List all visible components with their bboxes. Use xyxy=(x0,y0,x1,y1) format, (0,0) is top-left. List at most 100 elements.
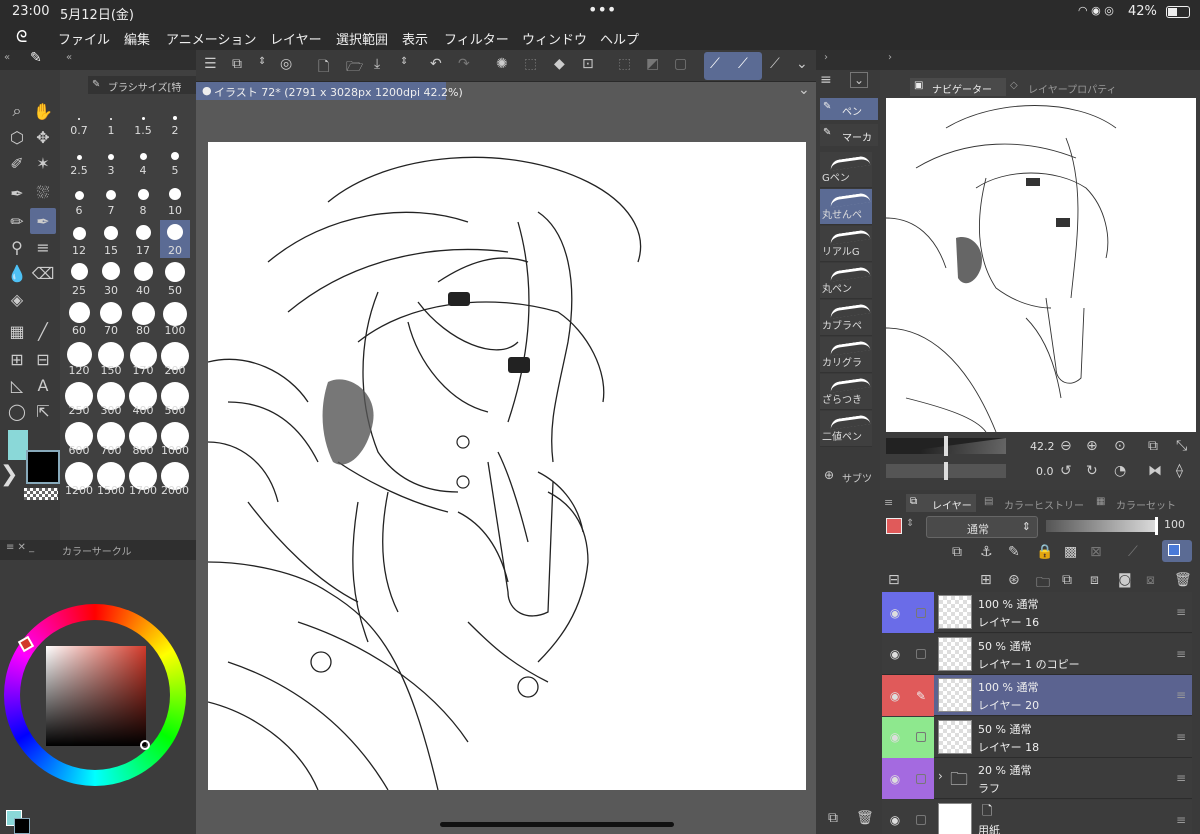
layer-row[interactable]: ◉ 100 % 通常 レイヤー 16 ≡ xyxy=(882,592,1192,633)
clear-outside-icon[interactable]: ⬚ xyxy=(524,56,537,72)
text-tool-icon[interactable]: A xyxy=(30,372,56,398)
brush-size-option[interactable]: 25 xyxy=(64,260,94,298)
subtool-item[interactable]: カリグラ xyxy=(820,337,872,373)
canvas-area[interactable]: ● イラスト 72* (2791 x 3028px 1200dpi 42.2%)… xyxy=(196,82,816,834)
brush-size-option[interactable]: 70 xyxy=(96,300,126,338)
subtool-item[interactable]: Gペン xyxy=(820,152,872,188)
apply-mask-icon[interactable]: ⧇ xyxy=(1146,572,1155,588)
figure-tool-icon[interactable]: ╱ xyxy=(30,318,56,344)
brush-size-option[interactable]: 15 xyxy=(96,220,126,258)
brush-size-option[interactable]: 400 xyxy=(128,380,158,418)
chevron-down-icon[interactable]: ⌄ xyxy=(796,56,808,72)
flip-vertical-icon[interactable]: ⟠ xyxy=(1176,463,1183,479)
balloon-layout-icon[interactable]: ⊟ xyxy=(30,346,56,372)
rotate-right-icon[interactable]: ↻ xyxy=(1086,463,1098,479)
tab-color-set[interactable]: ▦ カラーセット xyxy=(1092,494,1192,512)
new-raster-layer-icon[interactable]: ⊞ xyxy=(980,572,992,588)
correct-line-icon[interactable]: ⇱ xyxy=(30,398,56,424)
blend-tool-icon[interactable]: 💧 xyxy=(4,260,30,286)
zoom-slider[interactable] xyxy=(886,436,1006,456)
subtool-group-marker[interactable]: ✎ マーカ xyxy=(820,124,878,146)
eye-icon[interactable]: ◉ xyxy=(882,758,908,799)
menu-file[interactable]: ファイル xyxy=(58,29,110,48)
new-canvas-icon[interactable]: ⧉ xyxy=(232,56,242,72)
brush-size-option[interactable]: 1500 xyxy=(96,460,126,498)
merge-down-icon[interactable]: ⧈ xyxy=(1090,572,1099,588)
brush-size-option[interactable]: 1700 xyxy=(128,460,158,498)
sub-color-swatch[interactable] xyxy=(8,430,28,460)
pencil-tool-icon[interactable]: ✏ xyxy=(4,208,30,234)
main-color-swatch[interactable] xyxy=(26,450,60,484)
reference-layer-icon[interactable]: ⚓ xyxy=(980,544,993,560)
navigator-preview[interactable] xyxy=(886,98,1196,432)
expand-folder-icon[interactable]: › xyxy=(938,769,943,783)
eye-icon[interactable]: ◉ xyxy=(882,592,908,633)
opacity-slider[interactable] xyxy=(1046,517,1158,535)
open-folder-icon[interactable]: 🗁 xyxy=(346,56,363,80)
layer-color-toggle[interactable] xyxy=(1162,540,1192,562)
hand-tool-icon[interactable]: ✋ xyxy=(30,98,56,124)
select-all-icon[interactable]: ▢ xyxy=(674,56,687,72)
menu-filter[interactable]: フィルター xyxy=(444,29,509,48)
brush-size-option[interactable]: 120 xyxy=(64,340,94,378)
gradient-icon[interactable]: ▦ xyxy=(4,318,30,344)
layer-drag-handle[interactable]: ≡ xyxy=(1176,605,1186,619)
airbrush-icon[interactable]: ⛆ xyxy=(30,180,56,206)
menu-help[interactable]: ヘルプ xyxy=(600,29,639,48)
tab-layer-property[interactable]: ◇ レイヤープロパティ xyxy=(1006,78,1120,96)
eye-icon[interactable]: ◉ xyxy=(882,675,908,716)
menu-selection[interactable]: 選択範囲 xyxy=(336,29,388,48)
layer-drag-handle[interactable]: ≡ xyxy=(1176,730,1186,744)
brush-size-option[interactable]: 60 xyxy=(64,300,94,338)
eye-icon[interactable]: ◉ xyxy=(882,716,908,758)
brush-size-option[interactable]: 800 xyxy=(128,420,158,458)
fill-icon[interactable]: ◆ xyxy=(554,56,565,72)
mask-icon[interactable]: ◙ xyxy=(1118,572,1132,588)
clip-layer-icon[interactable]: ⧉ xyxy=(952,544,962,560)
brush-size-option[interactable]: 700 xyxy=(96,420,126,458)
dropper-tool-icon[interactable]: ⚲ xyxy=(4,234,30,260)
brush-size-option[interactable]: 80 xyxy=(128,300,158,338)
subtool-item[interactable]: 二値ペン xyxy=(820,411,872,447)
subtool-item[interactable]: 丸ペン xyxy=(820,263,872,299)
collapse-icon[interactable]: « xyxy=(4,52,10,63)
brush-size-option[interactable]: 40 xyxy=(128,260,158,298)
balloon-tool-icon[interactable]: ◯ xyxy=(4,398,30,424)
stepper-icon[interactable]: ⇕ xyxy=(258,56,266,67)
multitask-dots[interactable]: ••• xyxy=(588,0,616,19)
layer-row[interactable]: ◉ 50 % 通常 レイヤー 18 ≡ xyxy=(882,716,1192,758)
layer-color-stepper-icon[interactable]: ⇕ xyxy=(906,518,914,529)
brush-size-option[interactable]: 250 xyxy=(64,380,94,418)
menu-animation[interactable]: アニメーション xyxy=(166,29,256,48)
brush-size-option[interactable]: 30 xyxy=(96,260,126,298)
layer-list-icon[interactable]: ⊟ xyxy=(888,572,900,588)
eraser-icon[interactable]: ⌫ xyxy=(30,260,56,286)
subtool-group-pen[interactable]: ✎ ペン xyxy=(820,98,878,120)
brush-size-option[interactable]: 4 xyxy=(128,140,158,178)
layer-row[interactable]: ◉ 50 % 通常 レイヤー 1 のコピー ≡ xyxy=(882,633,1192,675)
invert-selection-icon[interactable]: ◩ xyxy=(646,56,659,72)
add-subtool-button[interactable]: ⊕ サブツ xyxy=(824,468,880,485)
brush-size-option[interactable]: 150 xyxy=(96,340,126,378)
brush-size-option[interactable]: 0.7 xyxy=(64,100,94,138)
flip-horizontal-icon[interactable]: ⧓ xyxy=(1148,463,1162,479)
snap-toggle-group[interactable]: ⟋ ⟋ xyxy=(704,52,762,80)
delete-layer-icon[interactable]: 🗑 xyxy=(1174,572,1192,588)
redo-icon[interactable]: ↷ xyxy=(458,56,470,72)
mask-enable-icon[interactable]: ⊠ xyxy=(1090,544,1102,560)
deselect-icon[interactable]: ⬚ xyxy=(618,56,631,72)
snap-special-ruler-icon[interactable]: ⟋ xyxy=(738,56,748,72)
transparent-color-swatch[interactable] xyxy=(24,488,58,500)
ruler-show-icon[interactable]: ⟋ xyxy=(1128,544,1138,560)
new-file-icon[interactable]: 🗋 xyxy=(318,56,329,80)
canvas-paper[interactable] xyxy=(208,142,806,790)
eyedropper-icon[interactable]: ✒ xyxy=(4,180,30,206)
snap-grid-icon[interactable]: ⟋ xyxy=(770,56,780,72)
layer-drag-handle[interactable]: ≡ xyxy=(1176,688,1186,702)
zoom-tool-icon[interactable]: ⌕ xyxy=(4,98,30,124)
brush-size-option[interactable]: 50 xyxy=(160,260,190,298)
layer-lock-checkbox[interactable] xyxy=(908,634,934,675)
collapse-icon[interactable]: « xyxy=(66,52,72,63)
layer-lock-checkbox[interactable] xyxy=(908,758,934,799)
expand-icon-2[interactable]: › xyxy=(888,52,892,63)
